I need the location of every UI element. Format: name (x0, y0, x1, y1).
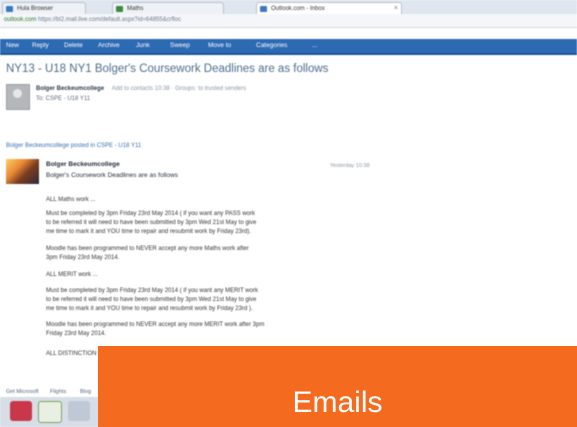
sender-meta[interactable]: Add to contacts 10:38 · Groups: to trust… (112, 86, 246, 92)
message-paragraph: Must be completed by 3pm Friday 23rd May… (46, 211, 255, 217)
tab-label: Hula Browser (17, 6, 54, 12)
address-path: https://bl2.mail.live.com/default.aspx?i… (38, 17, 181, 23)
reply-button[interactable]: Reply (32, 39, 49, 53)
message-paragraph: Friday 23rd May 2014. (46, 331, 107, 337)
tab-label: Maths (127, 6, 144, 12)
message-paragraph: to be referred it will need to have been… (46, 297, 257, 303)
page-icon (116, 6, 123, 12)
banner-label: Emails (292, 386, 383, 419)
message-paragraph: me time to mark it and YOU time to repai… (46, 306, 253, 312)
message-author[interactable]: Bolger Beckeumcollege (46, 161, 120, 168)
app-icon[interactable] (68, 401, 90, 421)
author-photo (6, 159, 39, 184)
outlook-icon (260, 6, 267, 12)
mail-toolbar: New Reply Delete Archive Junk Sweep Move… (0, 39, 577, 55)
junk-button[interactable]: Junk (136, 39, 150, 53)
message-time: Yesterday 10:38 (330, 163, 370, 169)
status-link[interactable]: Blog (80, 388, 91, 396)
emails-banner: Emails (98, 346, 577, 427)
move-to-button[interactable]: Move to (208, 39, 231, 53)
message-headline: Bolger's Coursework Deadlines are as fol… (46, 172, 179, 179)
message-paragraph: Must be completed by 3pm Friday 23rd May… (46, 288, 258, 294)
email-subject: NY13 - U18 NY1 Bolger's Coursework Deadl… (6, 63, 329, 75)
new-button[interactable]: New (6, 39, 19, 53)
status-link[interactable]: Get Microsoft (6, 388, 39, 396)
page-icon (6, 6, 13, 12)
sender-avatar (6, 84, 30, 110)
address-domain: outlook.com (4, 17, 37, 23)
recipient-line: To: CSPE - U18 Y11 (36, 96, 91, 102)
message-paragraph: Moodle has been programmed to NEVER acce… (46, 246, 249, 252)
sender-line: Bolger Beckeumcollege Add to contacts 10… (36, 86, 246, 92)
status-link[interactable]: Flights (50, 388, 66, 396)
address-text[interactable]: outlook.com https://bl2.mail.live.com/de… (4, 16, 564, 25)
sweep-button[interactable]: Sweep (170, 39, 190, 53)
tab-strip: Hula Browser Maths Outlook.com - Inbox × (0, 0, 577, 15)
message-paragraph: me time to mark it and YOU time to repai… (46, 229, 251, 235)
message-paragraph: ALL Maths work ... (46, 197, 96, 203)
categories-button[interactable]: Categories (256, 39, 287, 53)
tab-label: Outlook.com - Inbox (271, 6, 325, 12)
posted-in-link[interactable]: Bolger Beckeumcollege posted in CSPE - U… (6, 143, 141, 149)
delete-button[interactable]: Delete (64, 39, 83, 53)
message-paragraph: 3pm Friday 23rd May 2014. (46, 255, 120, 261)
message-paragraph: to be referred it will need to have been… (46, 220, 257, 226)
sender-name[interactable]: Bolger Beckeumcollege (36, 86, 104, 92)
address-bar[interactable]: outlook.com https://bl2.mail.live.com/de… (0, 14, 577, 28)
message-paragraph: Moodle has been programmed to NEVER acce… (46, 322, 265, 328)
more-button[interactable]: ... (312, 39, 317, 53)
message-paragraph: ALL MERIT work ... (46, 272, 98, 278)
excel-app-icon[interactable] (38, 401, 62, 423)
access-app-icon[interactable] (10, 401, 32, 421)
archive-button[interactable]: Archive (98, 39, 120, 53)
